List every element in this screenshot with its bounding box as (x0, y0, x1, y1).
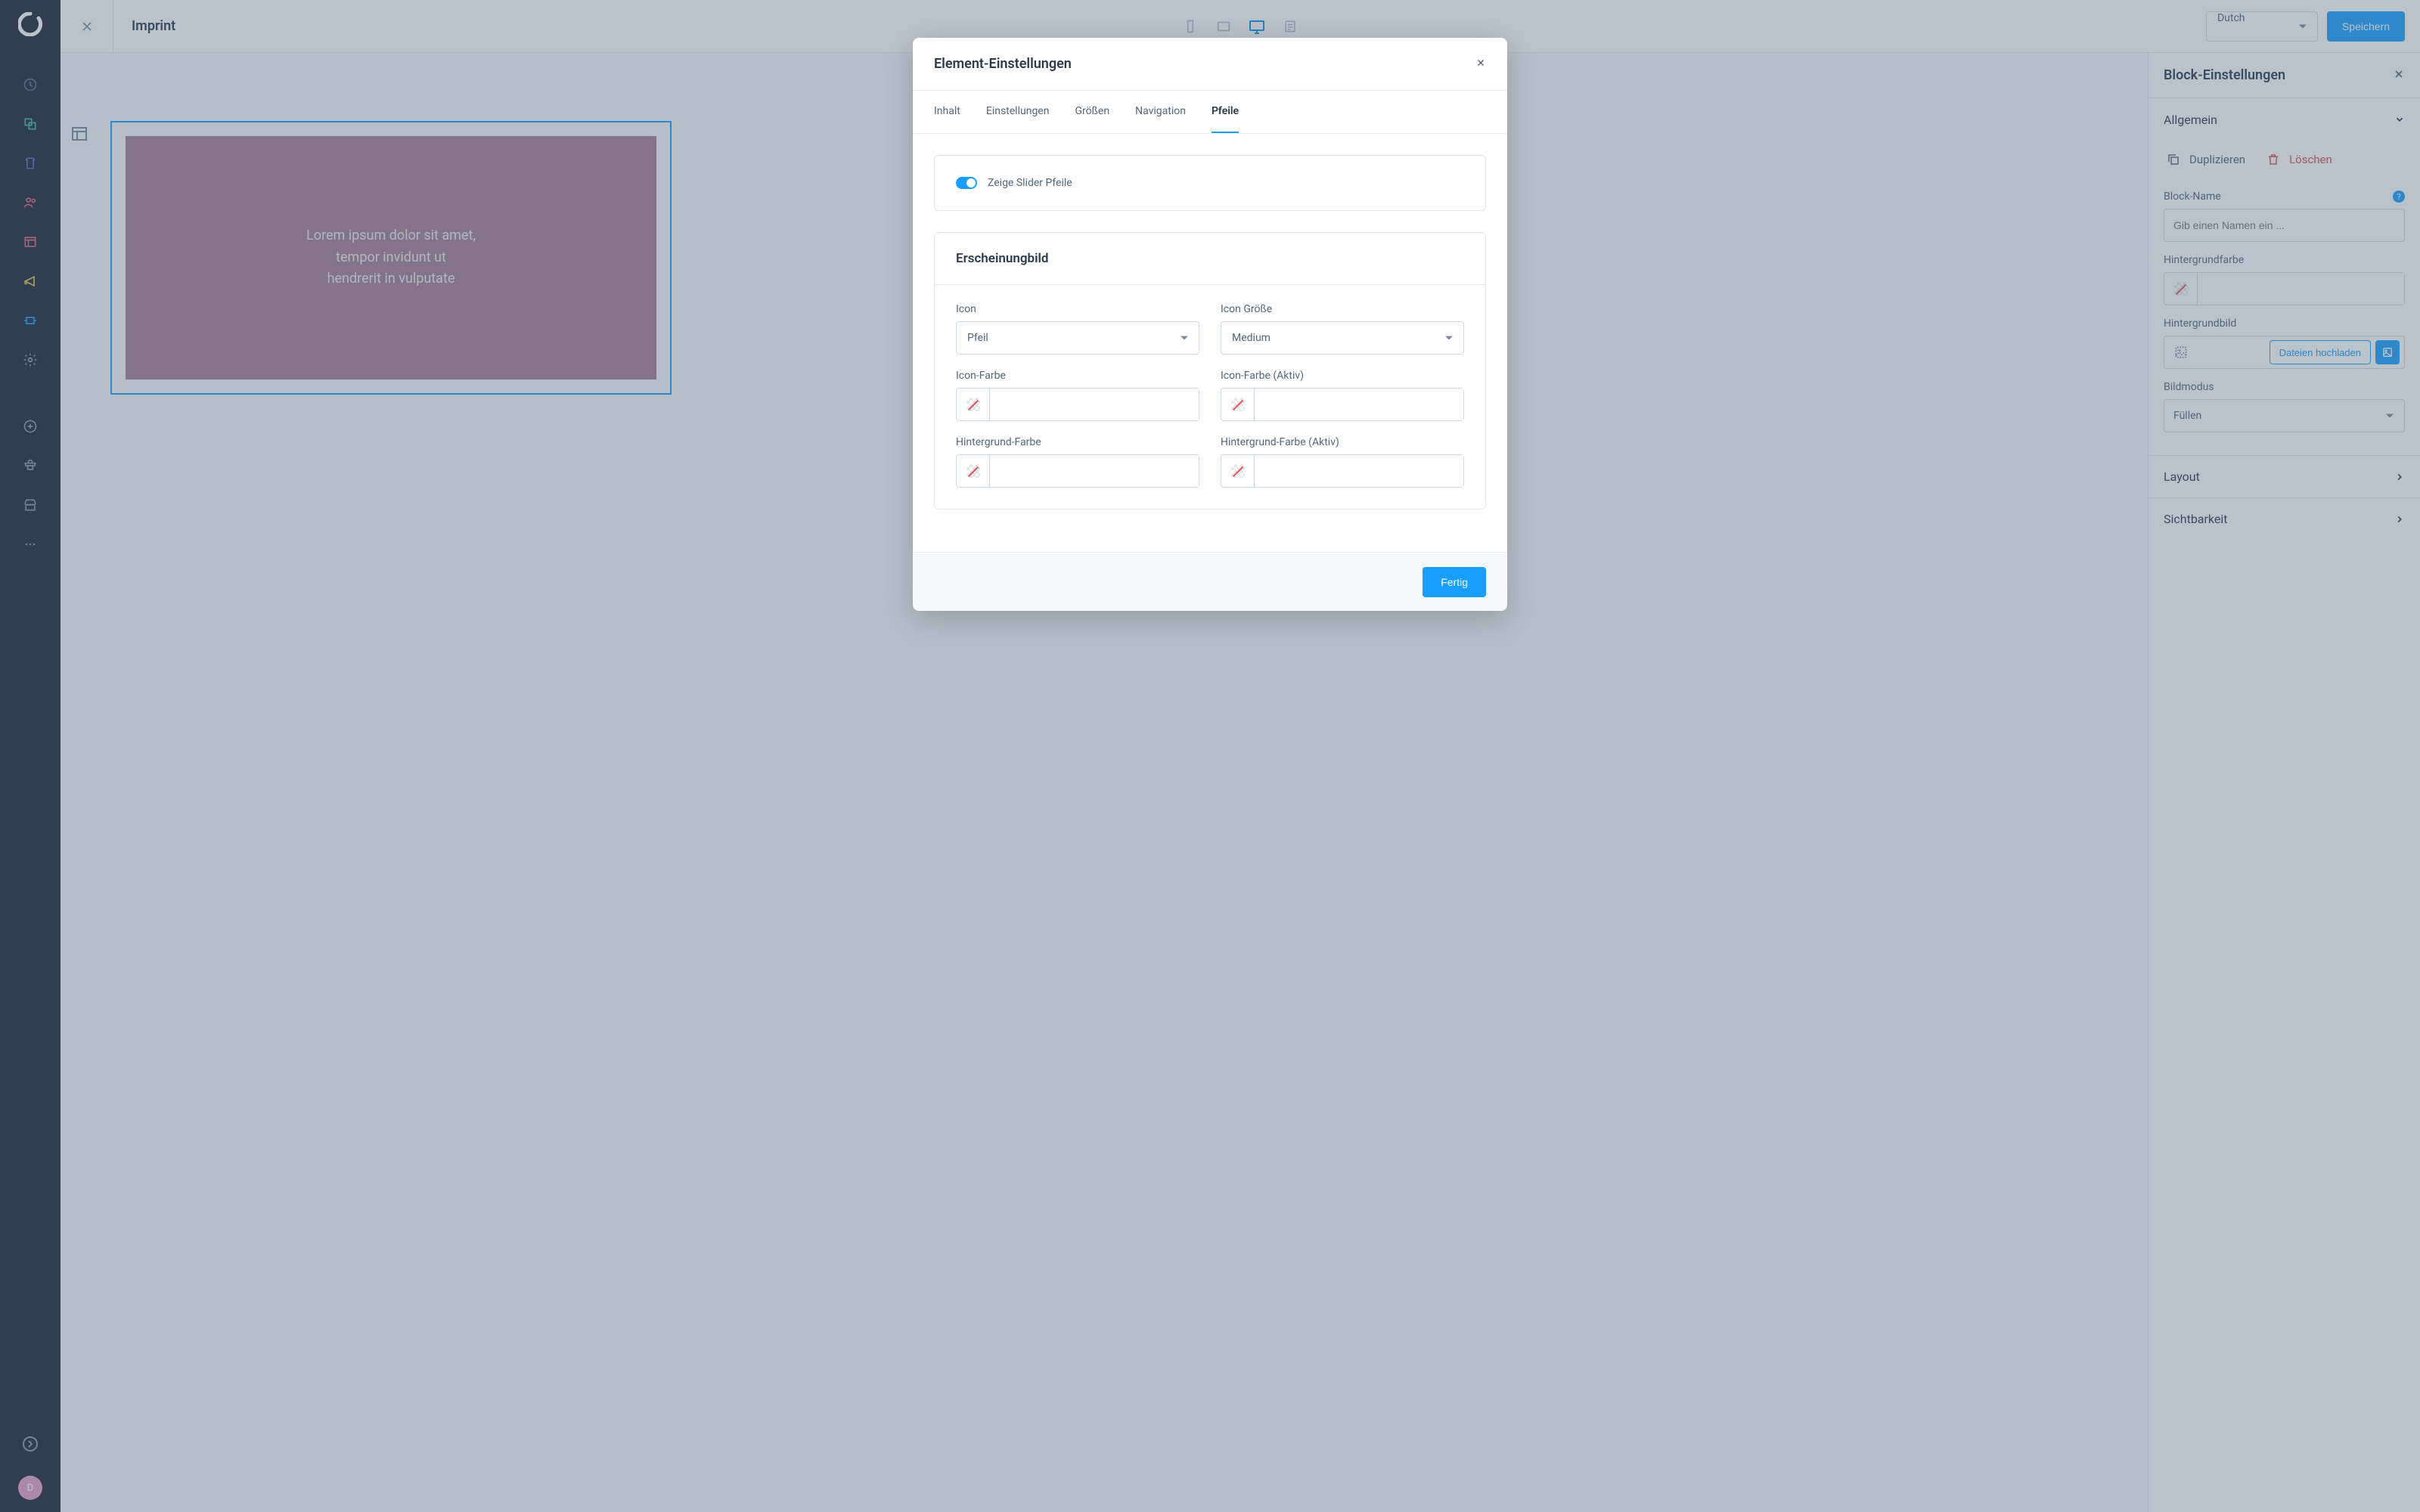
tab-content[interactable]: Inhalt (934, 91, 960, 133)
tab-settings[interactable]: Einstellungen (986, 91, 1050, 133)
bg-color-active-label: Hintergrund-Farbe (Aktiv) (1221, 436, 1464, 448)
bg-color-label: Hintergrund-Farbe (956, 436, 1199, 448)
bg-color-active-value[interactable] (1255, 455, 1463, 487)
icon-color-value[interactable] (990, 389, 1199, 420)
icon-select-value: Pfeil (967, 332, 988, 344)
color-swatch-none-icon[interactable] (1221, 389, 1255, 420)
appearance-title: Erscheinungbild (935, 233, 1485, 285)
icon-color-active-input[interactable] (1221, 388, 1464, 421)
bg-color-active-input[interactable] (1221, 454, 1464, 488)
bg-color-value[interactable] (990, 455, 1199, 487)
color-swatch-none-icon[interactable] (1221, 455, 1255, 487)
bg-color-input[interactable] (956, 454, 1199, 488)
done-button[interactable]: Fertig (1423, 567, 1486, 597)
icon-color-active-label: Icon-Farbe (Aktiv) (1221, 370, 1464, 382)
icon-size-label: Icon Größe (1221, 303, 1464, 315)
color-swatch-none-icon[interactable] (957, 389, 990, 420)
show-arrows-toggle[interactable] (956, 177, 977, 189)
element-settings-modal: Element-Einstellungen Inhalt Einstellung… (913, 38, 1507, 611)
tab-sizes[interactable]: Größen (1075, 91, 1109, 133)
icon-color-input[interactable] (956, 388, 1199, 421)
icon-color-label: Icon-Farbe (956, 370, 1199, 382)
tab-arrows[interactable]: Pfeile (1212, 91, 1239, 133)
icon-select[interactable]: Pfeil (956, 321, 1199, 355)
icon-color-active-value[interactable] (1255, 389, 1463, 420)
icon-size-select[interactable]: Medium (1221, 321, 1464, 355)
tab-navigation[interactable]: Navigation (1135, 91, 1186, 133)
modal-title: Element-Einstellungen (934, 56, 1072, 72)
show-arrows-label: Zeige Slider Pfeile (988, 177, 1072, 189)
modal-close-icon[interactable] (1475, 57, 1486, 71)
icon-select-label: Icon (956, 303, 1199, 315)
icon-size-value: Medium (1232, 332, 1270, 344)
color-swatch-none-icon[interactable] (957, 455, 990, 487)
